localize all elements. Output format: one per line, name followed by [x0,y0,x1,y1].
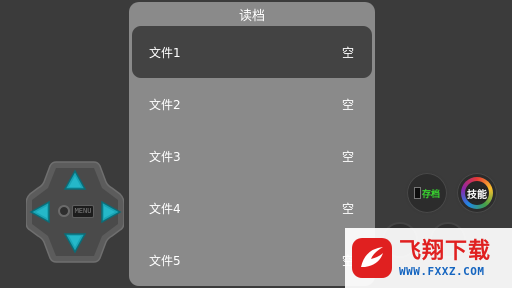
load-dialog: 读档 文件1 空 文件2 空 文件3 空 文件4 空 文件5 空 [129,2,375,286]
menu-ring-icon [57,205,70,217]
save-slot[interactable]: 文件3 空 [132,130,372,182]
dialog-title: 读档 [238,8,265,24]
dpad-center-label: MENU [71,204,95,218]
save-button[interactable]: 存档 [405,171,449,215]
slot-status: 空 [341,45,354,60]
slot-name: 文件2 [149,97,181,112]
skill-button-label: 技能 [467,189,487,201]
save-button-label: 存档 [421,189,440,200]
dpad-down-button[interactable] [63,230,87,254]
slot-status: 空 [341,201,354,216]
save-slot[interactable]: 文件1 空 [132,26,372,78]
watermark-title: 飞翔下载 [399,238,492,264]
dpad-left-button[interactable] [29,200,53,224]
slot-name: 文件1 [149,45,181,60]
dpad-right-button[interactable] [98,200,122,224]
save-slot[interactable]: 文件5 空 [132,234,372,286]
arrow-right-icon [101,200,122,224]
dpad-up-button[interactable] [63,169,87,193]
floppy-icon [413,187,421,199]
skill-button[interactable]: 技能 [455,171,499,215]
fxxz-logo-icon [352,238,392,278]
dpad: MENU [26,160,124,264]
watermark: 飞翔下载 WWW.FXXZ.COM [345,228,512,288]
slot-name: 文件5 [149,253,181,268]
arrow-up-icon [63,169,87,190]
slot-name: 文件3 [149,149,181,164]
arrow-left-icon [29,200,50,224]
slot-status: 空 [341,97,354,112]
slot-name: 文件4 [149,201,181,216]
save-slot[interactable]: 文件2 空 [132,78,372,130]
arrow-down-icon [63,233,87,254]
dpad-center-menu[interactable]: MENU [56,204,96,218]
slot-status: 空 [341,149,354,164]
save-slot-list: 文件1 空 文件2 空 文件3 空 文件4 空 文件5 空 [129,26,375,286]
watermark-url: WWW.FXXZ.COM [399,264,485,278]
save-slot[interactable]: 文件4 空 [132,182,372,234]
